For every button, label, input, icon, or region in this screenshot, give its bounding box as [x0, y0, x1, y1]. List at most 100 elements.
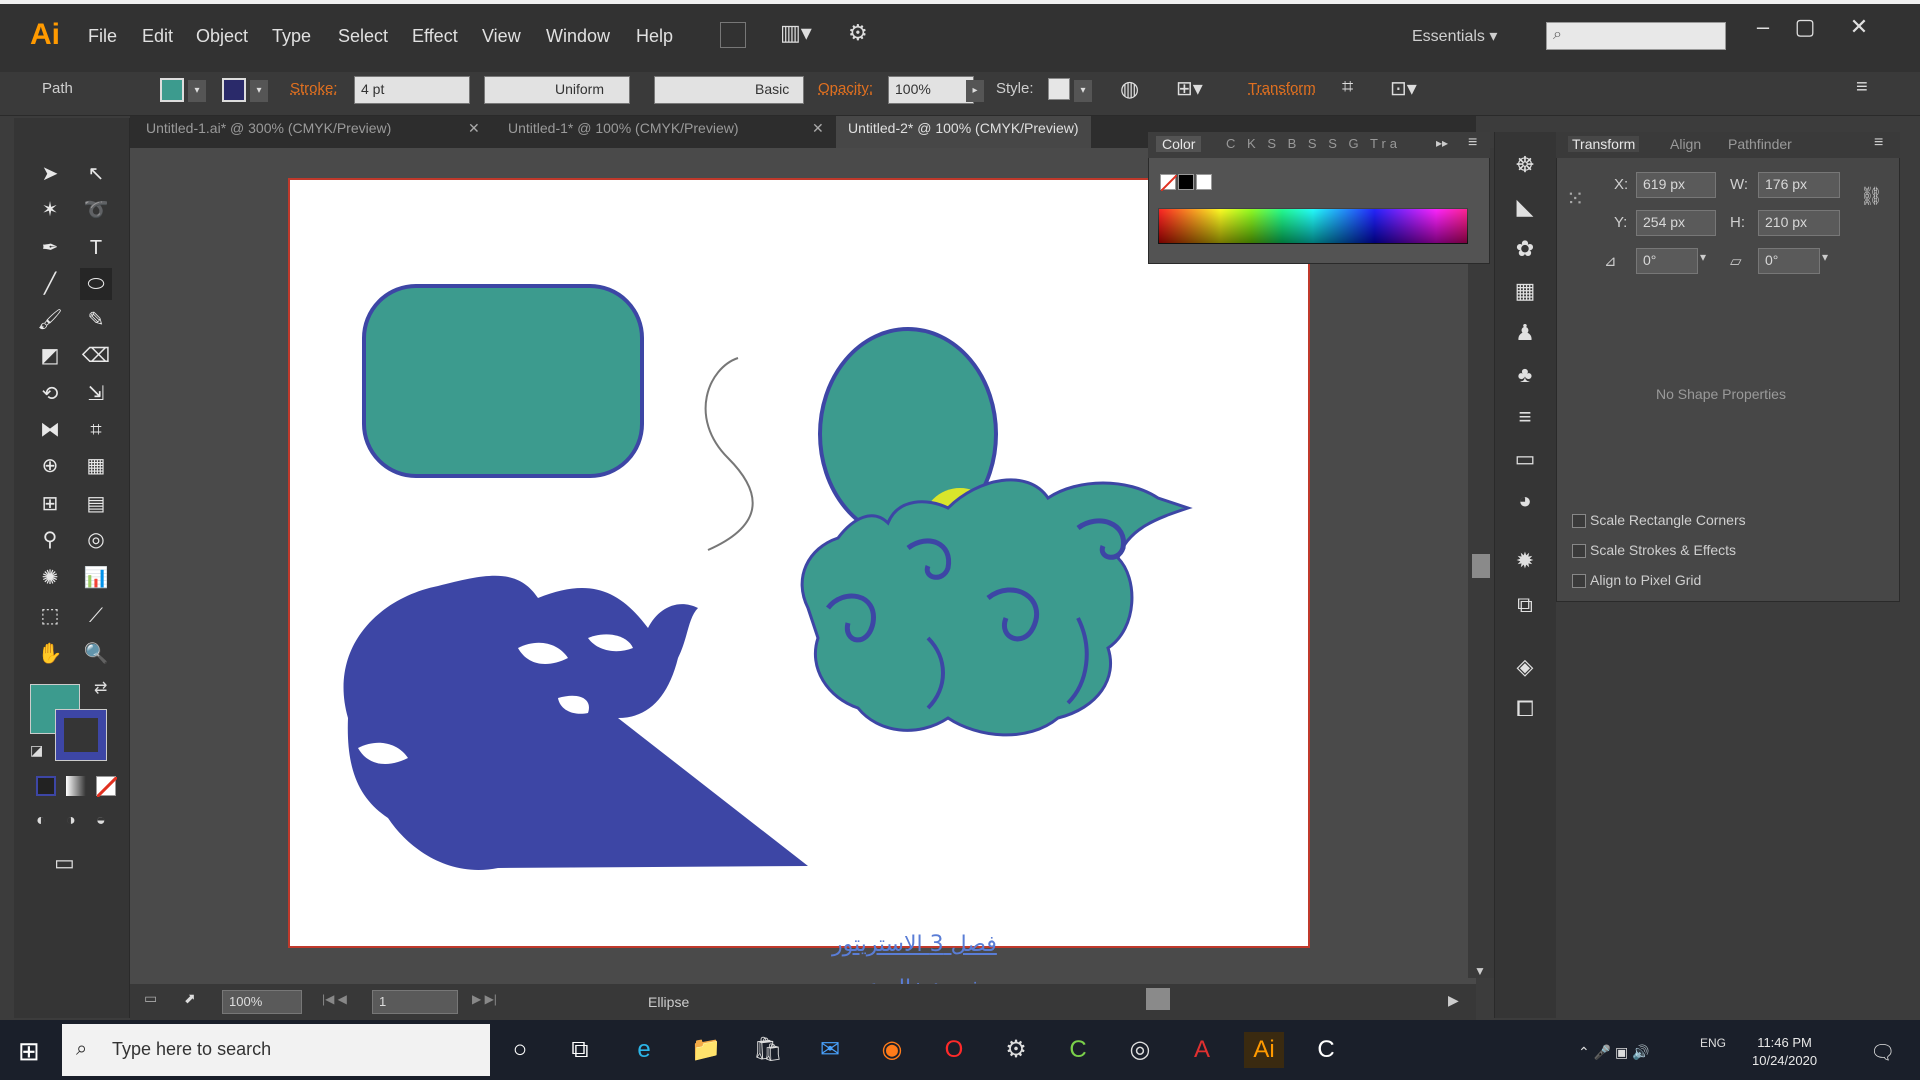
mesh-tool-icon[interactable]: ⊞: [34, 488, 66, 520]
file-explorer-icon[interactable]: 📁: [686, 1032, 726, 1068]
eyedropper-tool-icon[interactable]: ⚲: [34, 524, 66, 556]
graphic-style-swatch[interactable]: [1048, 78, 1070, 100]
menu-type[interactable]: Type: [272, 26, 311, 47]
color-panel-menu-icon[interactable]: ≡: [1468, 134, 1477, 152]
settings-icon[interactable]: ⚙: [996, 1032, 1036, 1068]
tab-pathfinder[interactable]: Pathfinder: [1728, 136, 1792, 152]
gradient-tool-icon[interactable]: ▤: [80, 488, 112, 520]
panel-menu-icon[interactable]: ≡: [1856, 76, 1868, 99]
artboard-next-last-icons[interactable]: ▶ ▶|: [472, 992, 497, 1006]
shape-builder-tool-icon[interactable]: ⊕: [34, 450, 66, 482]
share-icon[interactable]: ⬈: [184, 990, 196, 1007]
w-field[interactable]: 176 px: [1758, 172, 1840, 198]
none-swatch[interactable]: [1160, 174, 1178, 192]
draw-inside-icon[interactable]: ◒: [96, 812, 106, 830]
close-button[interactable]: ✕: [1836, 12, 1882, 42]
symbol-sprayer-tool-icon[interactable]: ✺: [34, 562, 66, 594]
menu-object[interactable]: Object: [196, 26, 248, 47]
style-dropdown[interactable]: ▾: [1074, 80, 1092, 102]
isolate-object-icon[interactable]: ⌗: [1342, 76, 1353, 99]
arrange-documents-icon[interactable]: ▥▾: [780, 20, 812, 46]
microsoft-store-icon[interactable]: 🛍: [748, 1032, 788, 1068]
white-swatch[interactable]: [1196, 174, 1212, 190]
symbols-icon[interactable]: ▦: [1510, 276, 1540, 306]
tab-close-icon[interactable]: ✕: [468, 120, 480, 137]
hand-tool-icon[interactable]: ✋: [34, 638, 66, 670]
pencil-tool-icon[interactable]: ✎: [80, 304, 112, 336]
workspace-switcher[interactable]: Essentials ▾: [1412, 26, 1497, 46]
shear-field[interactable]: 0°: [1758, 248, 1820, 274]
swatches-icon[interactable]: ◣: [1510, 192, 1540, 222]
windows-start-icon[interactable]: ⊞: [18, 1036, 40, 1067]
camtasia-icon[interactable]: C: [1058, 1032, 1098, 1068]
minimize-button[interactable]: –: [1740, 12, 1786, 42]
opacity-dropdown[interactable]: ▸: [966, 80, 984, 102]
transparency-icon[interactable]: ◕: [1510, 486, 1540, 516]
menu-edit[interactable]: Edit: [142, 26, 173, 47]
fill-dropdown[interactable]: ▾: [188, 80, 206, 102]
artboard-number-field[interactable]: 1: [372, 990, 458, 1014]
stroke-swatch[interactable]: [222, 78, 246, 102]
scale-tool-icon[interactable]: ⇲: [80, 378, 112, 410]
artboard-tool-icon[interactable]: ⬚: [34, 600, 66, 632]
search-input[interactable]: ⌕: [1546, 22, 1726, 50]
color-guide-icon[interactable]: ☸: [1510, 150, 1540, 180]
stroke-weight-field[interactable]: 4 pt: [354, 76, 470, 104]
direct-selection-tool-icon[interactable]: ↖: [80, 158, 112, 190]
bridge-icon[interactable]: [720, 22, 746, 48]
perspective-grid-tool-icon[interactable]: ▦: [80, 450, 112, 482]
gpu-performance-icon[interactable]: ⚙: [848, 20, 868, 46]
menu-select[interactable]: Select: [338, 26, 388, 47]
tab-transform[interactable]: Transform: [1568, 136, 1640, 152]
transform-link[interactable]: Transform: [1248, 80, 1316, 97]
menu-window[interactable]: Window: [546, 26, 610, 47]
reference-point-icon[interactable]: ⁙: [1566, 186, 1584, 212]
eraser-tool-icon[interactable]: ⌫: [80, 340, 112, 372]
artboard-nav-icon[interactable]: ▭: [144, 990, 157, 1007]
type-tool-icon[interactable]: T: [80, 232, 112, 264]
firefox-icon[interactable]: ◉: [872, 1032, 912, 1068]
y-field[interactable]: 254 px: [1636, 210, 1716, 236]
club-symbol-icon[interactable]: ♣: [1510, 360, 1540, 390]
align-options-icon[interactable]: ⊞▾: [1176, 76, 1203, 101]
draw-normal-icon[interactable]: ◐: [36, 812, 46, 830]
width-tool-icon[interactable]: ⧓: [34, 414, 66, 446]
rotate-field[interactable]: 0°: [1636, 248, 1698, 274]
scroll-right-arrow-icon[interactable]: ▶: [1448, 992, 1459, 1009]
free-transform-tool-icon[interactable]: ⌗: [80, 414, 112, 446]
paintbrush-tool-icon[interactable]: 🖌: [34, 304, 66, 336]
opacity-label[interactable]: Opacity:: [818, 80, 873, 97]
shear-dropdown[interactable]: ▾: [1822, 250, 1828, 264]
scale-strokes-effects-checkbox[interactable]: [1572, 544, 1586, 558]
scroll-down-arrow-icon[interactable]: ▼: [1474, 964, 1486, 978]
vertical-scroll-thumb[interactable]: [1472, 554, 1490, 578]
tray-icons[interactable]: ⌃ 🎤 ▣ 🔊: [1578, 1044, 1650, 1061]
ellipse-tool-icon[interactable]: ⬭: [80, 268, 112, 300]
lasso-tool-icon[interactable]: ➰: [80, 194, 112, 226]
gradient-panel-icon[interactable]: ▭: [1510, 444, 1540, 474]
rotate-dropdown[interactable]: ▾: [1700, 250, 1706, 264]
stroke-label[interactable]: Stroke:: [290, 80, 338, 97]
taskbar-search-box[interactable]: ⌕ Type here to search: [62, 1024, 490, 1076]
graphic-styles-icon[interactable]: ♟: [1510, 318, 1540, 348]
menu-file[interactable]: File: [88, 26, 117, 47]
tab-align[interactable]: Align: [1670, 136, 1701, 152]
column-graph-tool-icon[interactable]: 📊: [80, 562, 112, 594]
zoom-level-field[interactable]: 100%: [222, 990, 302, 1014]
draw-behind-icon[interactable]: ◑: [66, 812, 76, 830]
screen-mode-icon[interactable]: ▭: [54, 850, 75, 876]
magic-wand-tool-icon[interactable]: ✶: [34, 194, 66, 226]
color-panel-other-tabs[interactable]: C K S B S S G Tra: [1226, 136, 1401, 151]
recolor-artwork-icon[interactable]: ◍: [1120, 76, 1139, 102]
artwork[interactable]: [288, 178, 1310, 948]
opera-icon[interactable]: O: [934, 1032, 974, 1068]
selection-tool-icon[interactable]: ➤: [34, 158, 66, 190]
opacity-field[interactable]: 100%: [888, 76, 974, 104]
appearance-icon[interactable]: ✹: [1510, 546, 1540, 576]
mail-icon[interactable]: ✉: [810, 1032, 850, 1068]
tab-untitled-1[interactable]: Untitled-1* @ 100% (CMYK/Preview): [496, 116, 751, 148]
brush-definition[interactable]: Basic: [654, 76, 804, 104]
tab-untitled-2[interactable]: Untitled-2* @ 100% (CMYK/Preview): [836, 116, 1091, 148]
pen-tool-icon[interactable]: ✒: [34, 232, 66, 264]
system-clock[interactable]: 11:46 PM 10/24/2020: [1752, 1034, 1817, 1070]
